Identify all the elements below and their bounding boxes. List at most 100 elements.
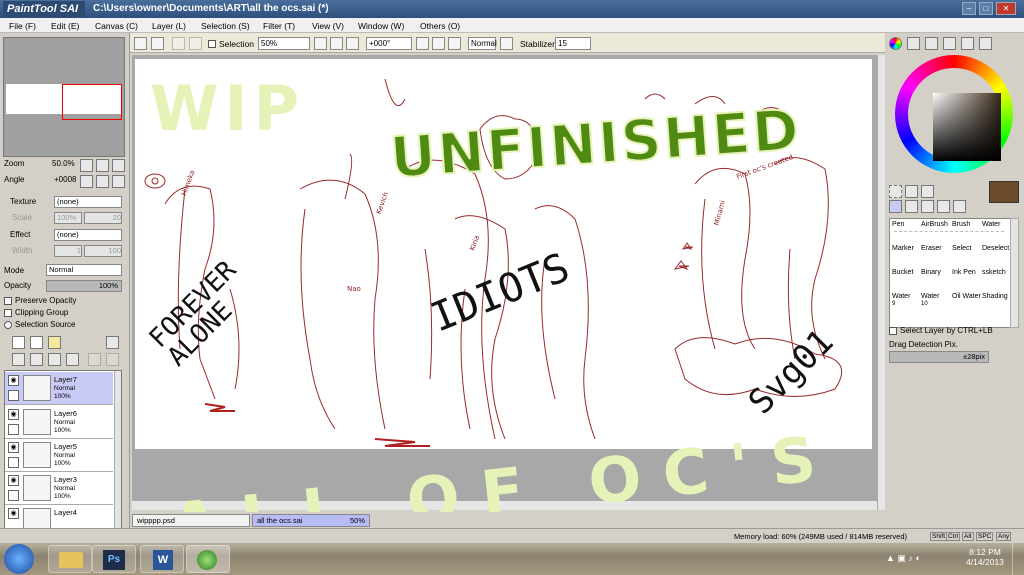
menu-filter[interactable]: Filter (T): [263, 19, 295, 31]
tool-brush[interactable]: Brush: [952, 221, 982, 228]
menu-window[interactable]: Window (W): [358, 19, 404, 31]
tool-water-10[interactable]: Water: [921, 293, 951, 300]
explorer-icon[interactable]: [48, 545, 92, 573]
tool-palette-scrollbar[interactable]: [1010, 218, 1019, 328]
show-desktop-button[interactable]: [1012, 543, 1024, 575]
effect-select[interactable]: (none): [54, 229, 122, 241]
visibility-eye-icon[interactable]: ◉: [8, 475, 19, 486]
clear-layer-button[interactable]: [48, 353, 61, 366]
drag-detection-slider[interactable]: ±28pix: [889, 351, 989, 363]
current-color-swatch[interactable]: [989, 181, 1019, 203]
layer-select-checkbox[interactable]: [8, 424, 19, 435]
redo-button[interactable]: [151, 37, 164, 50]
tool-airbrush[interactable]: AirBrush: [921, 221, 951, 228]
zoom-select[interactable]: 50%: [258, 37, 310, 50]
menu-edit[interactable]: Edit (E): [51, 19, 79, 31]
close-button[interactable]: ✕: [996, 2, 1016, 15]
deselect-button[interactable]: [172, 37, 185, 50]
tool-pen[interactable]: Pen: [892, 221, 922, 228]
tool-water[interactable]: Water: [982, 221, 1012, 228]
undo-button[interactable]: [134, 37, 147, 50]
merge-down-button[interactable]: [30, 353, 43, 366]
merge-visible-button[interactable]: [88, 353, 101, 366]
lasso-icon[interactable]: [905, 185, 918, 198]
visibility-eye-icon[interactable]: ◉: [8, 409, 19, 420]
zoom-reset-button[interactable]: [112, 159, 125, 172]
transfer-down-button[interactable]: [12, 353, 25, 366]
menu-layer[interactable]: Layer (L): [152, 19, 186, 31]
rgb-slider-toggle[interactable]: [907, 37, 920, 50]
canvas-area[interactable]: Himeka Kevich Kiria Minami First oc's cr…: [132, 55, 877, 510]
rect-select-icon[interactable]: [889, 185, 902, 198]
layer-row[interactable]: ◉ Layer7 Normal 100%: [5, 372, 113, 405]
layer-mask-button[interactable]: [106, 336, 119, 349]
rotate-icon[interactable]: [921, 200, 934, 213]
hand-icon[interactable]: [937, 200, 950, 213]
tool-select[interactable]: Select: [952, 245, 982, 252]
paint-tool-sai-icon[interactable]: [186, 545, 230, 573]
navigator[interactable]: [3, 37, 125, 157]
tool-shading[interactable]: Shading: [982, 293, 1012, 300]
canvas-paper[interactable]: Himeka Kevich Kiria Minami First oc's cr…: [135, 59, 872, 449]
tool-deselect[interactable]: Deselect: [982, 245, 1012, 252]
zoom-fit-icon[interactable]: [346, 37, 359, 50]
color-wheel[interactable]: [895, 55, 1013, 173]
texture-select[interactable]: (none): [54, 196, 122, 208]
tool-ssketch[interactable]: ssketch: [982, 269, 1012, 276]
selection-checkbox[interactable]: [208, 40, 216, 48]
layer-row[interactable]: ◉ Layer6 Normal 100%: [5, 406, 113, 439]
layer-edit-icon[interactable]: [8, 390, 19, 401]
tool-eraser[interactable]: Eraser: [921, 245, 951, 252]
tray-icons[interactable]: ▲ ▣ ♪ ◐: [886, 553, 921, 564]
maximize-button[interactable]: □: [979, 2, 993, 15]
color-wheel-toggle[interactable]: [889, 37, 902, 50]
new-linework-layer-button[interactable]: [30, 336, 43, 349]
menu-others[interactable]: Others (O): [420, 19, 460, 31]
menu-file[interactable]: File (F): [9, 19, 36, 31]
menu-canvas[interactable]: Canvas (C): [95, 19, 138, 31]
blend-select[interactable]: Normal: [468, 37, 497, 50]
color-picker-square[interactable]: [933, 93, 1001, 161]
rotate-right-button[interactable]: [96, 175, 109, 188]
delete-layer-icon[interactable]: [66, 353, 79, 366]
tool-oil-water[interactable]: Oil Water: [952, 293, 982, 300]
intermediate-color-toggle[interactable]: [943, 37, 956, 50]
zoom-out-button[interactable]: [80, 159, 93, 172]
zoom-icon[interactable]: [905, 200, 918, 213]
navigator-view-frame[interactable]: [62, 84, 122, 120]
zoom-in-button[interactable]: [96, 159, 109, 172]
clipping-group-checkbox[interactable]: [4, 309, 12, 317]
zoom-in-icon[interactable]: [330, 37, 343, 50]
photoshop-icon[interactable]: Ps: [92, 545, 136, 573]
move-icon[interactable]: [889, 200, 902, 213]
layer-select-checkbox[interactable]: [8, 457, 19, 468]
layer-row[interactable]: ◉ Layer3 Normal 100%: [5, 472, 113, 505]
visibility-eye-icon[interactable]: ◉: [8, 375, 19, 386]
visibility-eye-icon[interactable]: ◉: [8, 442, 19, 453]
vertical-scrollbar[interactable]: [877, 55, 885, 510]
visibility-eye-icon[interactable]: ◉: [8, 508, 19, 519]
opacity-slider[interactable]: 100%: [46, 280, 122, 292]
select-layer-checkbox[interactable]: [889, 327, 897, 335]
rotate-ccw-icon[interactable]: [416, 37, 429, 50]
zoom-out-icon[interactable]: [314, 37, 327, 50]
selection-source-radio[interactable]: [4, 321, 12, 329]
preserve-opacity-checkbox[interactable]: [4, 297, 12, 305]
word-icon[interactable]: W: [140, 545, 184, 573]
blend-mode-select[interactable]: Normal: [46, 264, 122, 276]
tab-all-the-ocs[interactable]: all the ocs.sai 50%: [252, 514, 370, 527]
new-folder-button[interactable]: [48, 336, 61, 349]
new-layer-button[interactable]: [12, 336, 25, 349]
rotation-select[interactable]: +000°: [366, 37, 412, 50]
stabilizer-select[interactable]: 15: [555, 37, 591, 50]
eyedropper-icon[interactable]: [953, 200, 966, 213]
menu-selection[interactable]: Selection (S): [201, 19, 250, 31]
menu-view[interactable]: View (V): [312, 19, 344, 31]
rotate-left-button[interactable]: [80, 175, 93, 188]
magic-wand-icon[interactable]: [921, 185, 934, 198]
rotate-cw-icon[interactable]: [432, 37, 445, 50]
flip-icon[interactable]: [500, 37, 513, 50]
reset-rotation-icon[interactable]: [448, 37, 461, 50]
horizontal-scrollbar[interactable]: [132, 500, 877, 510]
layer-row[interactable]: ◉ Layer5 Normal 100%: [5, 439, 113, 472]
